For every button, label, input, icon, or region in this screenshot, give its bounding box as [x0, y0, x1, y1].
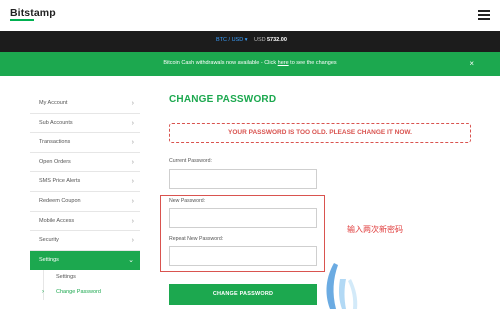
chevron-right-icon: ›: [131, 139, 134, 147]
sidebar-item-sub-accounts[interactable]: Sub Accounts ›: [30, 114, 140, 134]
chevron-right-icon: ›: [131, 197, 134, 205]
currency-pair-selector[interactable]: BTC / USD ▾: [216, 37, 248, 43]
change-password-button[interactable]: CHANGE PASSWORD: [169, 284, 317, 305]
new-password-input[interactable]: [169, 208, 317, 228]
ticker-price: 5732.00: [267, 37, 287, 43]
hamburger-menu-icon[interactable]: [478, 10, 490, 20]
announcement-text: Bitcoin Cash withdrawals now available -…: [0, 60, 500, 66]
announcement-link[interactable]: here: [278, 60, 289, 66]
submenu-item-label: Change Password: [56, 289, 101, 296]
current-password-label: Current Password:: [169, 158, 212, 164]
account-sidebar: My Account › Sub Accounts › Transactions › …: [30, 94, 140, 301]
sidebar-item-open-orders[interactable]: Open Orders ›: [30, 153, 140, 173]
sidebar-item-label: Security: [39, 237, 59, 244]
chevron-right-icon: ›: [131, 158, 134, 166]
chevron-right-icon: ›: [131, 237, 134, 245]
password-expired-warning: YOUR PASSWORD IS TOO OLD. PLEASE CHANGE …: [169, 123, 471, 143]
sidebar-item-label: SMS Price Alerts: [39, 178, 81, 185]
price-ticker-bar: BTC / USD ▾ USD 5732.00: [0, 31, 500, 52]
sidebar-item-label: Transactions: [39, 139, 71, 146]
current-password-input[interactable]: [169, 169, 317, 189]
sidebar-item-label: My Account: [39, 100, 68, 106]
announcement-banner: Bitcoin Cash withdrawals now available -…: [0, 52, 500, 76]
bitstamp-logo[interactable]: Bitstamp: [10, 7, 56, 21]
chevron-right-icon: ›: [131, 119, 134, 127]
page-title: CHANGE PASSWORD: [169, 94, 277, 105]
new-password-label: New Password:: [169, 198, 206, 204]
chevron-down-icon: ⌄: [128, 256, 134, 264]
chevron-right-icon: ›: [131, 100, 134, 107]
settings-submenu: Settings › Change Password: [30, 270, 140, 301]
sidebar-item-security[interactable]: Security ›: [30, 231, 140, 251]
watermark-logo-icon: [326, 263, 358, 309]
announcement-text-after: to see the changes: [288, 60, 337, 66]
sidebar-item-sms-price-alerts[interactable]: SMS Price Alerts ›: [30, 172, 140, 192]
submenu-item-settings[interactable]: Settings: [30, 270, 140, 285]
close-icon[interactable]: ×: [469, 59, 474, 68]
ticker-currency-label: USD: [254, 37, 266, 43]
submenu-item-change-password[interactable]: › Change Password: [30, 285, 140, 300]
chevron-right-icon: ›: [131, 217, 134, 225]
sidebar-item-transactions[interactable]: Transactions ›: [30, 133, 140, 153]
submenu-item-label: Settings: [56, 274, 76, 281]
sidebar-item-label: Mobile Access: [39, 217, 75, 224]
sidebar-item-my-account[interactable]: My Account ›: [30, 94, 140, 114]
sidebar-item-label: Settings: [39, 256, 59, 263]
top-header: Bitstamp: [0, 0, 500, 31]
chevron-right-icon: ›: [42, 289, 44, 296]
sidebar-item-label: Open Orders: [39, 158, 71, 165]
annotation-note: 输入两次新密码: [347, 225, 403, 234]
sidebar-item-settings[interactable]: Settings ⌄: [30, 250, 140, 271]
repeat-password-label: Repeat New Password:: [169, 236, 224, 242]
sidebar-item-label: Sub Accounts: [39, 119, 73, 126]
announcement-text-before: Bitcoin Cash withdrawals now available -…: [163, 60, 278, 66]
sidebar-item-label: Redeem Coupon: [39, 197, 81, 204]
sidebar-item-mobile-access[interactable]: Mobile Access ›: [30, 212, 140, 232]
repeat-password-input[interactable]: [169, 246, 317, 266]
sidebar-item-redeem-coupon[interactable]: Redeem Coupon ›: [30, 192, 140, 212]
chevron-right-icon: ›: [131, 178, 134, 186]
